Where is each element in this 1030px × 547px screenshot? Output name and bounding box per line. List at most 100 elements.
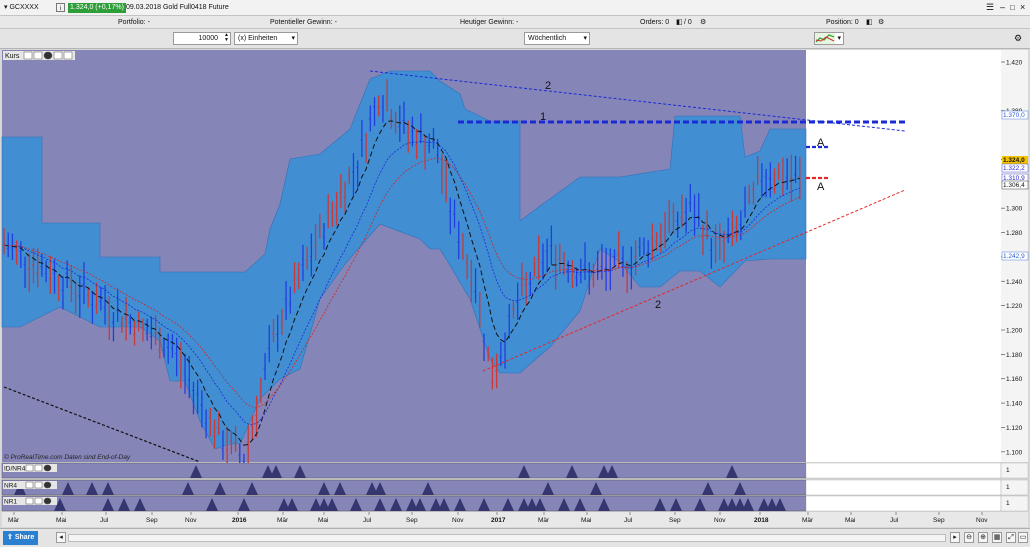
indicator-value: 1: [1006, 467, 1010, 474]
timeframe-select[interactable]: Wöchentlich ▾: [524, 32, 590, 45]
scroll-left-button[interactable]: ◂: [56, 532, 66, 543]
chart-canvas[interactable]: 1.4201.3801.3401.3001.2801.2601.2401.220…: [0, 49, 1030, 528]
price-tick-label: 1.120: [1006, 425, 1023, 432]
price-tick-label: 1.280: [1006, 230, 1023, 237]
info-icon[interactable]: i: [56, 3, 65, 12]
chevron-down-icon: ▾: [837, 35, 841, 42]
gear-icon[interactable]: ⚙: [700, 18, 706, 27]
time-tick-label: Mai: [845, 517, 855, 524]
footer-note: © ProRealTime.com Daten sind End-of-Day: [4, 453, 131, 461]
contract-title: 09.03.2018 Gold Full0418 Future: [126, 4, 229, 11]
indicator-future: [805, 495, 1002, 512]
portfolio-label: Portfolio: -: [118, 19, 150, 26]
price-marker-label: 1.322,2: [1003, 165, 1025, 172]
indicator-panel: [1, 462, 807, 479]
position-settings-icon[interactable]: ⚙: [878, 18, 884, 27]
tools-icon[interactable]: ⚙: [1014, 33, 1022, 44]
label-a-top: A: [817, 137, 825, 149]
bottom-bar: ⇪ Share ◂ ▸ ⊖ ⊕ ▦ ⤢ ▭: [0, 528, 1030, 547]
close-circle-icon[interactable]: [43, 51, 53, 60]
indicator-value: 1: [1006, 500, 1010, 507]
units-value: (x) Einheiten: [238, 35, 278, 42]
symbol-selector[interactable]: ▾ GCXXXX: [4, 3, 39, 13]
indicator-future: [805, 479, 1002, 496]
orders-secondary: / 0: [684, 19, 692, 26]
close-circle-icon[interactable]: [43, 497, 52, 505]
stepper-arrows-icon[interactable]: ▲ ▼: [224, 33, 229, 43]
label-a-bottom: A: [817, 181, 825, 193]
wrench-icon[interactable]: [25, 464, 34, 472]
time-tick-label: 2016: [232, 517, 247, 524]
chart-toolbar: 10000 ▲ ▼ (x) Einheiten ▾ Wöchentlich ▾ ▾…: [0, 29, 1030, 49]
label-line-2-top: 2: [545, 80, 551, 92]
timeframe-value: Wöchentlich: [528, 35, 567, 42]
close-circle-icon[interactable]: [43, 481, 52, 489]
price-tick-label: 1.200: [1006, 328, 1023, 335]
wrench-icon[interactable]: [23, 51, 33, 60]
time-tick-label: Mär: [802, 517, 814, 524]
time-tick-label: Sep: [669, 517, 681, 524]
label-line-2-bottom: 2: [655, 299, 661, 311]
zoom-out-button[interactable]: ⊖: [964, 532, 974, 543]
chart-area[interactable]: 1.4201.3801.3401.3001.2801.2601.2401.220…: [0, 49, 1030, 530]
window-icon[interactable]: [34, 497, 43, 505]
time-tick-label: Sep: [146, 517, 158, 524]
units-select[interactable]: (x) Einheiten ▾: [234, 32, 298, 45]
maximize-icon[interactable]: □: [1010, 3, 1015, 12]
minimize-icon[interactable]: –: [1000, 3, 1005, 12]
time-tick-label: Nov: [714, 517, 726, 524]
quantity-value: 10000: [198, 35, 218, 42]
wrench-icon[interactable]: [25, 497, 34, 505]
plus-icon[interactable]: [63, 51, 73, 60]
indicator-label: ID/NR4: [4, 466, 26, 473]
price-change-badge: 1.324,0 (+0,17%): [68, 3, 126, 13]
time-tick-label: Jul: [100, 517, 109, 524]
window-icon[interactable]: [34, 464, 43, 472]
time-tick-label: Mai: [56, 517, 66, 524]
indicator-future: [805, 462, 1002, 479]
indicator-label: NR4: [4, 483, 17, 490]
price-marker-label: 1.324,0: [1003, 157, 1025, 164]
expand-button[interactable]: ⤢: [1006, 532, 1016, 543]
position-close-icon[interactable]: ◧: [866, 18, 873, 27]
close-icon[interactable]: ×: [1020, 3, 1025, 12]
time-tick-label: Nov: [976, 517, 988, 524]
time-scrollbar[interactable]: [68, 534, 946, 542]
time-tick-label: Sep: [933, 517, 945, 524]
quantity-stepper[interactable]: 10000 ▲ ▼: [173, 32, 231, 45]
panel-label: Kurs: [5, 53, 20, 60]
todays-gain-label: Heutiger Gewinn: -: [460, 19, 519, 26]
window-icon[interactable]: [33, 51, 43, 60]
price-tick-label: 1.240: [1006, 279, 1023, 286]
menu-icon[interactable]: ☰: [986, 3, 994, 12]
close-circle-icon[interactable]: [43, 464, 52, 472]
window-icon[interactable]: [34, 481, 43, 489]
time-tick-label: Nov: [452, 517, 464, 524]
title-bar: ▾ GCXXXX i 1.324,0 (+0,17%) 09.03.2018 G…: [0, 0, 1030, 16]
time-tick-label: Jul: [363, 517, 372, 524]
share-label: Share: [14, 534, 35, 541]
future-area: [806, 50, 1001, 462]
price-tick-label: 1.220: [1006, 303, 1023, 310]
share-button[interactable]: ⇪ Share: [3, 531, 39, 545]
indicator-panel: [1, 479, 807, 496]
potential-gain-label: Potentieller Gewinn: -: [270, 19, 337, 26]
price-tick-label: 1.180: [1006, 352, 1023, 359]
position-label: Position: 0: [826, 19, 859, 26]
time-tick-label: Nov: [185, 517, 197, 524]
price-marker-label: 1.370,0: [1003, 112, 1025, 119]
orders-buy-icon[interactable]: ◧: [676, 18, 683, 27]
grid-button[interactable]: ▦: [992, 532, 1002, 543]
time-tick-label: Mai: [318, 517, 328, 524]
fullscreen-button[interactable]: ▭: [1018, 532, 1028, 543]
add-icon[interactable]: [53, 51, 63, 60]
indicator-label: NR1: [4, 499, 17, 506]
chart-type-button[interactable]: ▾: [814, 32, 844, 45]
wrench-icon[interactable]: [25, 481, 34, 489]
time-tick-label: Sep: [406, 517, 418, 524]
price-tick-label: 1.300: [1006, 206, 1023, 213]
chevron-down-icon: ▾: [291, 35, 295, 42]
scroll-right-button[interactable]: ▸: [950, 532, 960, 543]
zoom-in-button[interactable]: ⊕: [978, 532, 988, 543]
time-tick-label: Mär: [8, 517, 20, 524]
